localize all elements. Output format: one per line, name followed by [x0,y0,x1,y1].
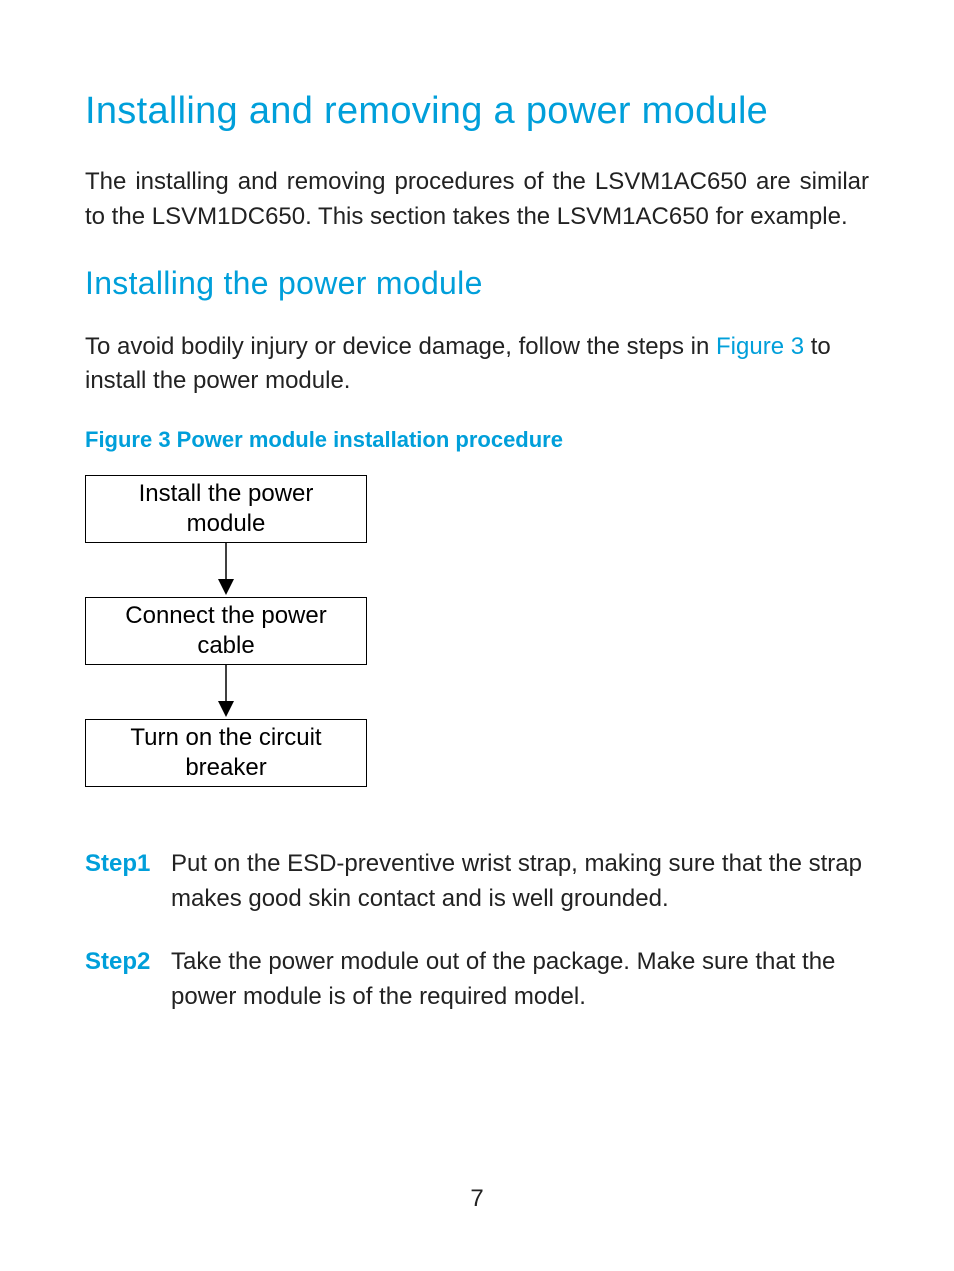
flow-box1-line2: module [187,510,266,537]
flowchart: Install the power module Connect the pow… [85,475,869,787]
heading-install-remove: Installing and removing a power module [85,90,869,133]
page-number: 7 [0,1185,954,1213]
flow-box2-line1: Connect the power [125,602,326,629]
flow-box-install: Install the power module [85,475,367,543]
step-list: Step1 Put on the ESD-preventive wrist st… [85,847,869,1014]
step2-label: Step2 [85,945,171,1015]
step-row: Step1 Put on the ESD-preventive wrist st… [85,847,869,917]
heading-installing: Installing the power module [85,265,869,302]
figure-3-caption: Figure 3 Power module installation proce… [85,427,869,453]
flow-arrow-1 [85,543,367,597]
step1-label: Step1 [85,847,171,917]
flow-box1-line1: Install the power [139,480,314,507]
flow-arrow-2 [85,665,367,719]
step1-text: Put on the ESD-preventive wrist strap, m… [171,847,869,917]
flow-box3-line2: breaker [185,754,266,781]
flow-box-turnon: Turn on the circuit breaker [85,719,367,787]
flow-box2-line2: cable [197,632,254,659]
flow-box-connect: Connect the power cable [85,597,367,665]
para2-pre: To avoid bodily injury or device damage,… [85,333,716,360]
intro-paragraph: The installing and removing procedures o… [85,165,869,235]
install-paragraph: To avoid bodily injury or device damage,… [85,330,869,400]
figure-3-link[interactable]: Figure 3 [716,333,804,360]
flow-box3-line1: Turn on the circuit [130,724,321,751]
step2-text: Take the power module out of the package… [171,945,869,1015]
step-row: Step2 Take the power module out of the p… [85,945,869,1015]
